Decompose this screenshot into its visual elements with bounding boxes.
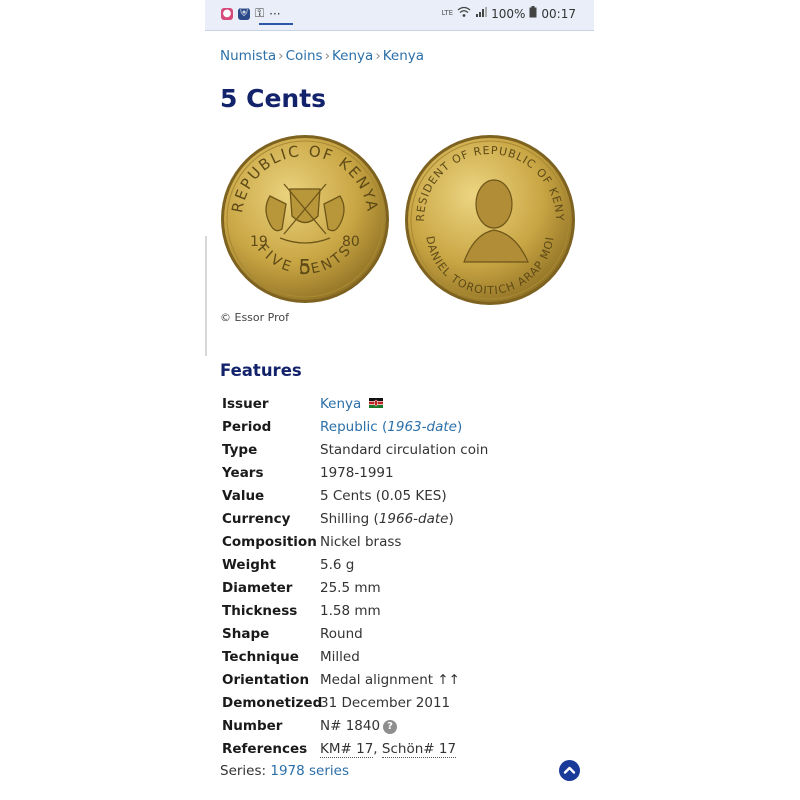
signal-icon: [475, 6, 488, 21]
scroll-to-top-button[interactable]: [559, 760, 580, 781]
feature-label: References: [222, 741, 308, 757]
feature-label: Thickness: [222, 603, 298, 619]
period-range: 1963-date: [387, 419, 457, 435]
period-paren-close: ): [456, 419, 463, 435]
feature-row-composition: Composition Nickel brass: [222, 534, 582, 556]
feature-value: 25.5 mm: [320, 580, 381, 596]
features-heading: Features: [220, 361, 302, 380]
feature-row-period: Period Republic (1963-date): [222, 419, 582, 441]
clock: 00:17: [541, 6, 576, 21]
feature-label: Diameter: [222, 580, 293, 596]
feature-value: 1978-1991: [320, 465, 394, 481]
breadcrumb-kenya-issuer[interactable]: Kenya: [383, 48, 424, 64]
reference-separator: ,: [373, 741, 382, 757]
page-edge-marker: [205, 236, 207, 356]
breadcrumb-numista[interactable]: Numista: [220, 48, 276, 64]
feature-row-issuer: Issuer Kenya: [222, 396, 582, 418]
feature-row-orientation: Orientation Medal alignment ↑↑: [222, 672, 582, 694]
feature-label: Number: [222, 718, 283, 734]
network-type-label: LTE: [441, 9, 454, 17]
feature-row-type: Type Standard circulation coin: [222, 442, 582, 464]
period-value: Republic: [320, 419, 378, 435]
status-right: LTE 100% 00:17: [441, 6, 576, 21]
feature-value: Milled: [320, 649, 360, 665]
coin-obverse-image[interactable]: REPUBLIC OF KENYA 19 80 5 FIVE CENTS: [220, 134, 390, 304]
wifi-icon: [457, 6, 471, 21]
feature-row-weight: Weight 5.6 g: [222, 557, 582, 579]
feature-row-number: Number N# 1840?: [222, 718, 582, 740]
feature-row-years: Years 1978-1991: [222, 465, 582, 487]
feature-value: KM# 17, Schön# 17: [320, 741, 457, 758]
page-title: 5 Cents: [220, 84, 327, 113]
phone-screen: ● ⛨ ⚿ ··· LTE 100% 00:17 Numista › Coins…: [205, 0, 594, 800]
feature-value: Standard circulation coin: [320, 442, 489, 458]
series-label: Series:: [220, 763, 271, 779]
more-notifications-icon: ···: [269, 6, 281, 21]
help-icon[interactable]: ?: [383, 720, 398, 734]
feature-row-diameter: Diameter 25.5 mm: [222, 580, 582, 602]
key-icon: ⚿: [255, 6, 265, 20]
feature-value: Shilling (1966-date): [320, 511, 454, 527]
feature-value: Nickel brass: [320, 534, 402, 550]
chevron-up-icon: [563, 766, 576, 774]
kenya-flag-icon: [368, 398, 383, 408]
breadcrumb-coins[interactable]: Coins: [286, 48, 323, 64]
feature-row-shape: Shape Round: [222, 626, 582, 648]
feature-label: Years: [222, 465, 264, 481]
feature-row-value: Value 5 Cents (0.05 KES): [222, 488, 582, 510]
battery-icon: [529, 6, 537, 21]
number-value: N# 1840: [320, 718, 381, 734]
feature-label: Demonetized: [222, 695, 323, 711]
feature-value: Kenya: [320, 396, 383, 412]
breadcrumb-separator: ›: [278, 48, 284, 64]
period-paren-open: (: [377, 419, 388, 435]
currency-range: 1966-date: [378, 511, 449, 527]
feature-label: Technique: [222, 649, 299, 665]
breadcrumb-separator: ›: [324, 48, 330, 64]
feature-label: Weight: [222, 557, 276, 573]
status-underline: [259, 23, 293, 25]
feature-label: Value: [222, 488, 265, 504]
feature-label: Currency: [222, 511, 291, 527]
feature-label: Orientation: [222, 672, 310, 688]
image-credit: © Essor Prof: [220, 311, 289, 324]
reference-km[interactable]: KM# 17: [320, 741, 374, 758]
feature-row-currency: Currency Shilling (1966-date): [222, 511, 582, 533]
feature-label: Composition: [222, 534, 317, 550]
feature-row-references: References KM# 17, Schön# 17: [222, 741, 582, 763]
status-bar: ● ⛨ ⚿ ··· LTE 100% 00:17: [205, 0, 594, 31]
period-link[interactable]: Republic (1963-date): [320, 419, 462, 435]
shield-icon: ⛨: [238, 7, 250, 20]
feature-value: 1.58 mm: [320, 603, 381, 619]
feature-label: Shape: [222, 626, 270, 642]
breadcrumb-kenya[interactable]: Kenya: [332, 48, 373, 64]
currency-value: Shilling (: [320, 511, 379, 527]
coin-reverse-image[interactable]: PRESIDENT OF REPUBLIC OF KENYA DANIEL TO…: [400, 124, 576, 306]
breadcrumb-separator: ›: [375, 48, 381, 64]
currency-paren-close: ): [448, 511, 454, 527]
feature-value: 31 December 2011: [320, 695, 451, 711]
series-line: Series: 1978 series: [220, 763, 349, 779]
feature-value: Round: [320, 626, 363, 642]
feature-row-demonetized: Demonetized 31 December 2011: [222, 695, 582, 717]
notification-icons: ● ⛨ ⚿ ···: [221, 6, 281, 21]
reference-schon[interactable]: Schön# 17: [381, 741, 457, 758]
feature-label: Issuer: [222, 396, 269, 412]
feature-value: 5.6 g: [320, 557, 355, 573]
feature-value: 5 Cents (0.05 KES): [320, 488, 447, 504]
feature-label: Period: [222, 419, 272, 435]
feature-label: Type: [222, 442, 258, 458]
breadcrumb: Numista › Coins › Kenya › Kenya: [220, 48, 424, 64]
battery-percent: 100%: [491, 6, 526, 21]
feature-value: N# 1840?: [320, 718, 398, 734]
series-link[interactable]: 1978 series: [270, 763, 349, 779]
feature-row-thickness: Thickness 1.58 mm: [222, 603, 582, 625]
feature-row-technique: Technique Milled: [222, 649, 582, 671]
app-notification-icon: ●: [221, 7, 233, 20]
feature-value: Medal alignment ↑↑: [320, 672, 460, 688]
issuer-link[interactable]: Kenya: [320, 396, 361, 412]
